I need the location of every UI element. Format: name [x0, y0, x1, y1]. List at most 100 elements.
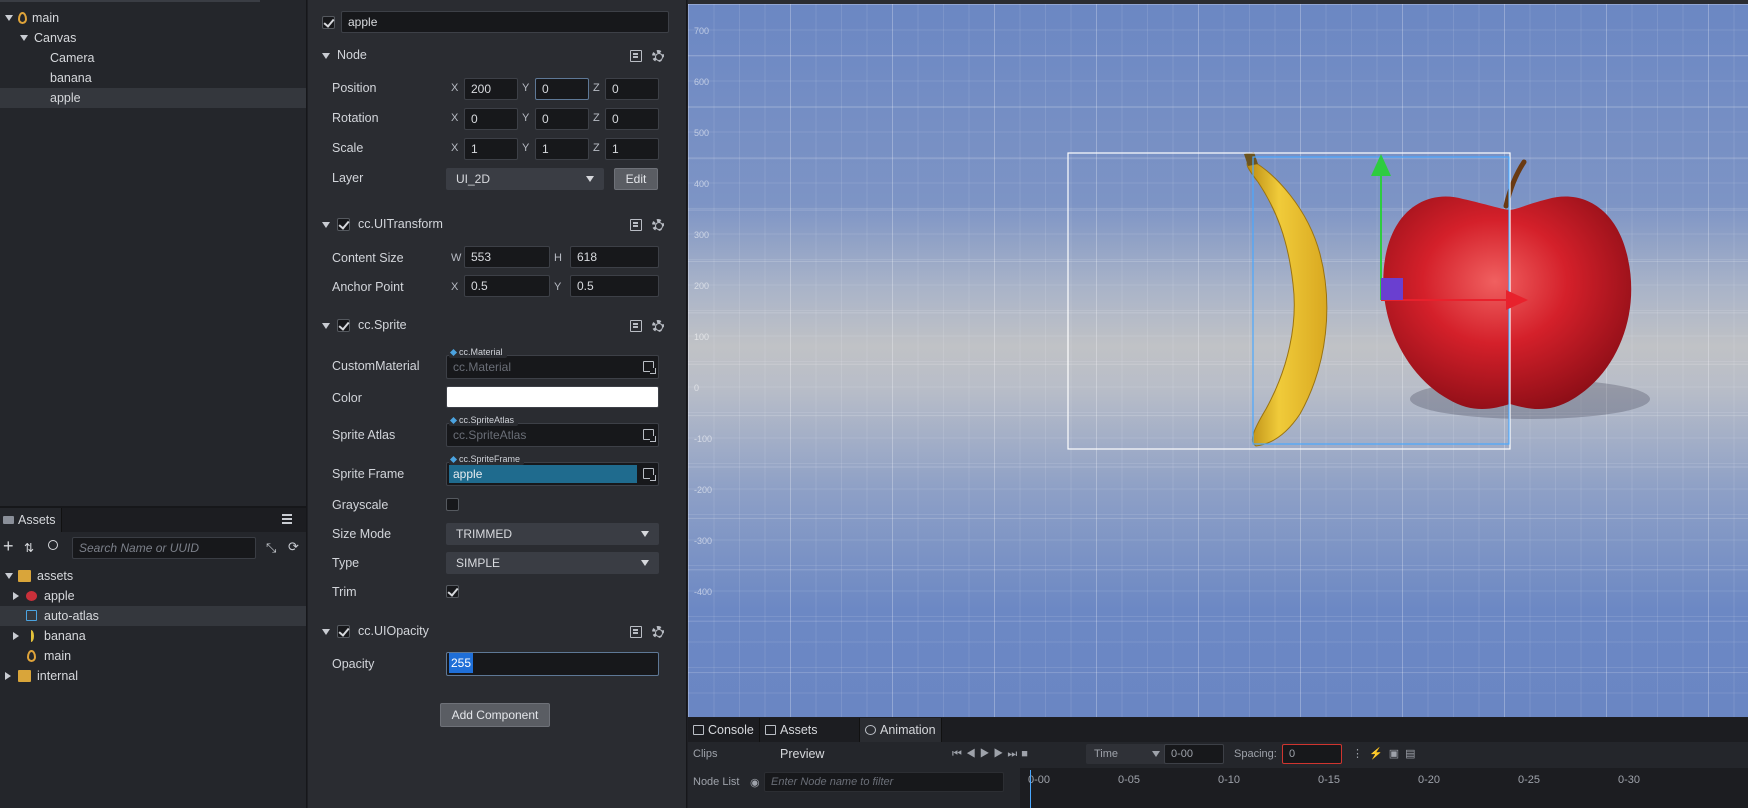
asset-value: cc.Material — [453, 360, 512, 374]
console-tab[interactable]: Console — [688, 718, 760, 742]
gear-icon[interactable] — [652, 50, 664, 62]
animation-icon — [865, 725, 876, 735]
collapse-arrow-icon[interactable] — [322, 53, 330, 59]
size-mode-dropdown[interactable]: TRIMMED — [446, 523, 659, 545]
node-active-checkbox[interactable] — [322, 16, 335, 29]
asset-picker-icon[interactable] — [643, 361, 656, 374]
help-book-icon[interactable] — [630, 219, 642, 231]
eye-icon[interactable]: ◉ — [750, 776, 760, 789]
node-filter-input[interactable]: Enter Node name to filter — [764, 772, 1004, 792]
scale-x-input[interactable]: 1 — [464, 138, 518, 160]
expand-arrow-icon[interactable] — [5, 672, 11, 680]
time-input[interactable]: 0-00 — [1164, 744, 1224, 764]
help-book-icon[interactable] — [630, 320, 642, 332]
expand-arrow-icon[interactable] — [5, 573, 13, 579]
timeline-tick: 0-00 — [1028, 774, 1051, 786]
asset-item-apple[interactable]: apple — [0, 586, 306, 606]
trim-checkbox[interactable] — [446, 585, 459, 598]
grayscale-checkbox[interactable] — [446, 498, 459, 511]
layer-edit-button[interactable]: Edit — [614, 168, 658, 190]
expand-arrow-icon[interactable] — [13, 632, 19, 640]
scale-y-input[interactable]: 1 — [535, 138, 589, 160]
gear-icon[interactable] — [652, 626, 664, 638]
tree-item-camera[interactable]: Camera — [0, 48, 306, 68]
add-component-button[interactable]: Add Component — [440, 703, 550, 727]
asset-picker-icon[interactable] — [643, 429, 656, 442]
opacity-input[interactable]: 255 — [446, 652, 659, 676]
gear-icon[interactable] — [652, 320, 664, 332]
node-section-header[interactable]: Node — [308, 45, 686, 67]
rotation-z-input[interactable]: 0 — [605, 108, 659, 130]
uitransform-enabled-checkbox[interactable] — [337, 218, 350, 231]
rotation-x-input[interactable]: 0 — [464, 108, 518, 130]
expand-arrow-icon[interactable] — [20, 35, 28, 41]
timeline-tick: 0-30 — [1618, 774, 1641, 786]
anchor-y-input[interactable]: 0.5 — [570, 275, 659, 297]
expand-arrow-icon[interactable] — [5, 15, 13, 21]
assets-search-input[interactable]: Search Name or UUID — [72, 537, 256, 559]
sprite-enabled-checkbox[interactable] — [337, 319, 350, 332]
expand-arrow-icon[interactable] — [13, 592, 19, 600]
axis-y-label: Y — [522, 82, 530, 94]
custom-material-field[interactable]: cc.Material cc.Material — [446, 347, 659, 379]
type-dropdown[interactable]: SIMPLE — [446, 552, 659, 574]
spacing-input[interactable]: 0 — [1282, 744, 1342, 764]
animation-tab[interactable]: Animation — [860, 718, 942, 742]
time-label: Time — [1094, 748, 1119, 760]
refresh-icon[interactable]: ⟳ — [288, 539, 299, 555]
playback-controls-icon[interactable]: ⏮◀▶▶⏭■ — [952, 748, 1032, 761]
assets-preview-tab[interactable]: Assets Preview — [760, 718, 860, 761]
position-x-input[interactable]: 200 — [464, 78, 518, 100]
tree-item-apple[interactable]: apple — [0, 88, 306, 108]
content-height-input[interactable]: 618 — [570, 246, 659, 268]
axis-y-label: Y — [522, 142, 530, 154]
help-book-icon[interactable] — [630, 626, 642, 638]
uiopacity-enabled-checkbox[interactable] — [337, 625, 350, 638]
sort-icon[interactable]: ⇅ — [24, 541, 34, 555]
keyframe-tools-icon[interactable]: ⋮⚡▣▤ — [1352, 747, 1421, 760]
position-y-input[interactable]: 0 — [535, 78, 589, 100]
rotation-y-input[interactable]: 0 — [535, 108, 589, 130]
opacity-value-selected: 255 — [449, 653, 474, 673]
banana-sprite[interactable] — [1244, 152, 1328, 447]
time-dropdown[interactable]: Time — [1086, 744, 1168, 764]
collapse-arrow-icon[interactable] — [322, 222, 330, 228]
collapse-arrow-icon[interactable] — [322, 323, 330, 329]
uiopacity-section-header[interactable]: cc.UIOpacity — [308, 621, 686, 643]
asset-item-assets[interactable]: assets — [0, 566, 306, 586]
sprite-atlas-field[interactable]: cc.SpriteAtlas cc.SpriteAtlas — [446, 415, 659, 447]
help-book-icon[interactable] — [630, 50, 642, 62]
search-filter-icon[interactable] — [48, 540, 58, 550]
timeline-ruler[interactable]: 0-00 0-05 0-10 0-15 0-20 0-25 0-30 — [1020, 768, 1748, 808]
hamburger-menu-icon[interactable] — [282, 514, 292, 524]
tree-item-canvas[interactable]: Canvas — [0, 28, 306, 48]
assets-tab[interactable]: Assets — [0, 508, 62, 532]
grayscale-label: Grayscale — [332, 498, 389, 512]
asset-item-banana[interactable]: banana — [0, 626, 306, 646]
color-swatch[interactable] — [446, 386, 659, 408]
scale-z-input[interactable]: 1 — [605, 138, 659, 160]
asset-item-internal[interactable]: internal — [0, 666, 306, 686]
node-name-input[interactable]: apple — [341, 11, 669, 33]
scene-viewport[interactable]: 700 600 500 400 300 200 100 0 -100 -200 … — [688, 4, 1748, 717]
sprite-frame-field[interactable]: cc.SpriteFrame apple — [446, 454, 659, 486]
sprite-section-header[interactable]: cc.Sprite — [308, 315, 686, 337]
asset-type-tag: cc.Material — [449, 347, 507, 358]
tree-item-banana[interactable]: banana — [0, 68, 306, 88]
bottom-tabbar: Console Assets Preview Animation — [688, 718, 1748, 761]
add-icon[interactable]: + — [3, 537, 14, 555]
position-z-input[interactable]: 0 — [605, 78, 659, 100]
asset-picker-icon[interactable] — [643, 468, 656, 481]
apple-sprite[interactable] — [1383, 159, 1650, 419]
gear-icon[interactable] — [652, 219, 664, 231]
asset-item-main[interactable]: main — [0, 646, 306, 666]
playhead[interactable] — [1030, 770, 1031, 808]
anchor-x-input[interactable]: 0.5 — [464, 275, 550, 297]
layer-dropdown[interactable]: UI_2D — [446, 168, 604, 190]
tree-item-main[interactable]: main — [0, 8, 306, 28]
collapse-arrow-icon[interactable] — [322, 629, 330, 635]
uitransform-section-header[interactable]: cc.UITransform — [308, 214, 686, 236]
collapse-all-icon[interactable]: ⤡ — [266, 540, 276, 556]
asset-item-auto-atlas[interactable]: auto-atlas — [0, 606, 306, 626]
content-width-input[interactable]: 553 — [464, 246, 550, 268]
